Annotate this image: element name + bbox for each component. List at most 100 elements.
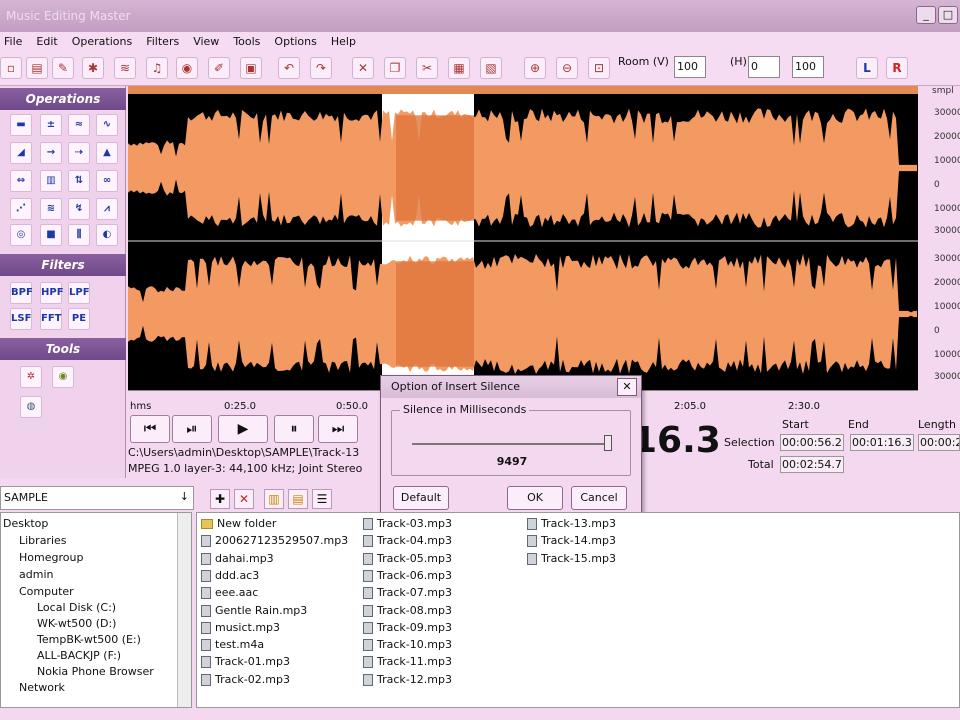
room-h2-input[interactable]: 100 [792, 56, 824, 78]
menu-file[interactable]: File [0, 32, 32, 52]
file-item[interactable]: Track-10.mp3 [363, 638, 452, 652]
edit-icon[interactable]: ✐ [208, 57, 230, 79]
file-item[interactable]: eee.aac [201, 586, 258, 600]
file-item[interactable]: Track-08.mp3 [363, 604, 452, 617]
silence-icon[interactable]: ■ [40, 224, 62, 246]
bpf-icon[interactable]: BPF [10, 282, 33, 304]
gear-icon[interactable]: ✲ [20, 366, 42, 388]
save-icon[interactable]: ▣ [240, 57, 262, 79]
tree-item[interactable]: Local Disk (C:) [37, 601, 116, 614]
slider-thumb[interactable] [604, 435, 612, 451]
echo-icon[interactable]: ≈ [68, 114, 90, 136]
file-item[interactable]: Track-01.mp3 [201, 655, 290, 669]
view-list-icon[interactable]: ▥ [264, 489, 284, 509]
undo-icon[interactable]: ↶ [278, 57, 300, 79]
compress-icon[interactable]: ▥ [40, 170, 62, 192]
paste-icon[interactable]: ▦ [448, 57, 470, 79]
fade-in-icon[interactable]: ◢ [10, 142, 32, 164]
delete-icon[interactable]: ✕ [352, 57, 374, 79]
file-item[interactable]: 200627123529507.mp3 [201, 534, 348, 548]
flanger-icon[interactable]: ↯ [68, 198, 90, 220]
new-folder-icon[interactable]: ✚ [210, 489, 230, 509]
noise-icon[interactable]: ⋰ [10, 198, 32, 220]
room-v-input[interactable]: 100 [674, 56, 706, 78]
minimize-button[interactable]: _ [916, 6, 936, 24]
play-selection-icon[interactable]: ⏯ [172, 415, 212, 443]
delete-file-icon[interactable]: ✕ [234, 489, 254, 509]
file-item[interactable]: New folder [201, 517, 276, 530]
fft-icon[interactable]: FFT [40, 308, 62, 330]
file-item[interactable]: ddd.ac3 [201, 569, 259, 582]
silence-slider[interactable] [412, 443, 612, 445]
copy-icon[interactable]: ❐ [384, 57, 406, 79]
pause-icon[interactable]: ⏸ [274, 415, 314, 443]
menu-operations[interactable]: Operations [68, 32, 142, 52]
file-item[interactable]: musict.mp3 [201, 621, 280, 634]
stretch-icon[interactable]: ⇔ [10, 170, 32, 192]
vibrato-icon[interactable]: ∿ [96, 114, 118, 136]
tree-item[interactable]: Desktop [3, 517, 48, 530]
lsf-icon[interactable]: LSF [10, 308, 32, 330]
open-folder-icon[interactable]: ▤ [26, 57, 48, 79]
menu-edit[interactable]: Edit [32, 32, 67, 52]
next-icon[interactable]: ⏭ [318, 415, 358, 443]
menu-view[interactable]: View [189, 32, 229, 52]
left-channel-button[interactable]: L [856, 57, 878, 79]
tree-item[interactable]: TempBK-wt500 (E:) [37, 633, 141, 646]
file-item[interactable]: Track-11.mp3 [363, 655, 452, 669]
directory-select[interactable]: SAMPLE ↓ [0, 486, 194, 510]
tree-item[interactable]: admin [19, 568, 53, 581]
file-item[interactable]: Track-05.mp3 [363, 552, 452, 565]
tree-item[interactable]: Computer [19, 585, 74, 598]
file-item[interactable]: Track-02.mp3 [201, 673, 290, 686]
redo-icon[interactable]: ↷ [310, 57, 332, 79]
chevron-down-icon[interactable]: ↓ [180, 490, 189, 503]
file-item[interactable]: Track-06.mp3 [363, 569, 452, 582]
invert-icon[interactable]: ▲ [96, 142, 118, 164]
room-h-input[interactable]: 0 [748, 56, 780, 78]
default-button[interactable]: Default [393, 486, 449, 510]
file-item[interactable]: Track-09.mp3 [363, 621, 452, 634]
menu-tools[interactable]: Tools [229, 32, 270, 52]
speed-icon[interactable]: ◎ [10, 224, 32, 246]
normalize-icon[interactable]: ▬ [10, 114, 32, 136]
right-channel-button[interactable]: R [886, 57, 908, 79]
pitch-icon[interactable]: ⇅ [68, 170, 90, 192]
lpf-icon[interactable]: LPF [68, 282, 90, 304]
view-details-icon[interactable]: ▤ [288, 489, 308, 509]
fade-out-icon[interactable]: → [40, 142, 62, 164]
file-item[interactable]: Gentle Rain.mp3 [201, 604, 307, 617]
new-file-icon[interactable]: ▫ [0, 57, 22, 79]
distortion-icon[interactable]: ⩘ [96, 198, 118, 220]
file-item[interactable]: Track-07.mp3 [363, 586, 452, 600]
zoom-out-icon[interactable]: ⊖ [556, 57, 578, 79]
effects-icon[interactable]: ✱ [82, 57, 104, 79]
zoom-fit-icon[interactable]: ⊡ [588, 57, 610, 79]
waveform-display[interactable] [128, 86, 918, 398]
record-icon[interactable]: ✎ [52, 57, 74, 79]
cd-burn-icon[interactable]: ◉ [52, 366, 74, 388]
chorus-icon[interactable]: ≋ [40, 198, 62, 220]
view-icons-icon[interactable]: ☰ [312, 489, 332, 509]
close-icon[interactable]: ✕ [617, 378, 637, 396]
menu-options[interactable]: Options [270, 32, 326, 52]
tree-item[interactable]: ALL-BACKJP (F:) [37, 649, 121, 662]
tree-item[interactable]: Homegroup [19, 551, 83, 564]
zoom-in-icon[interactable]: ⊕ [524, 57, 546, 79]
file-item[interactable]: Track-15.mp3 [527, 552, 616, 565]
tree-scrollbar[interactable] [177, 513, 191, 707]
menu-help[interactable]: Help [327, 32, 366, 52]
tree-item[interactable]: Nokia Phone Browser [37, 665, 154, 678]
reverse-icon[interactable]: ⇢ [68, 142, 90, 164]
file-item[interactable]: Track-04.mp3 [363, 534, 452, 548]
file-item[interactable]: dahai.mp3 [201, 552, 274, 565]
pe-icon[interactable]: PE [68, 308, 90, 330]
file-item[interactable]: test.m4a [201, 638, 264, 652]
tree-item[interactable]: Libraries [19, 534, 67, 547]
equalizer-icon[interactable]: ⫼ [68, 224, 90, 246]
file-item[interactable]: Track-12.mp3 [363, 673, 452, 686]
globe-icon[interactable]: ◍ [20, 396, 42, 418]
paste-new-icon[interactable]: ▧ [480, 57, 502, 79]
skip-back-icon[interactable]: ⏮ [130, 415, 170, 443]
cd-icon[interactable]: ◉ [176, 57, 198, 79]
